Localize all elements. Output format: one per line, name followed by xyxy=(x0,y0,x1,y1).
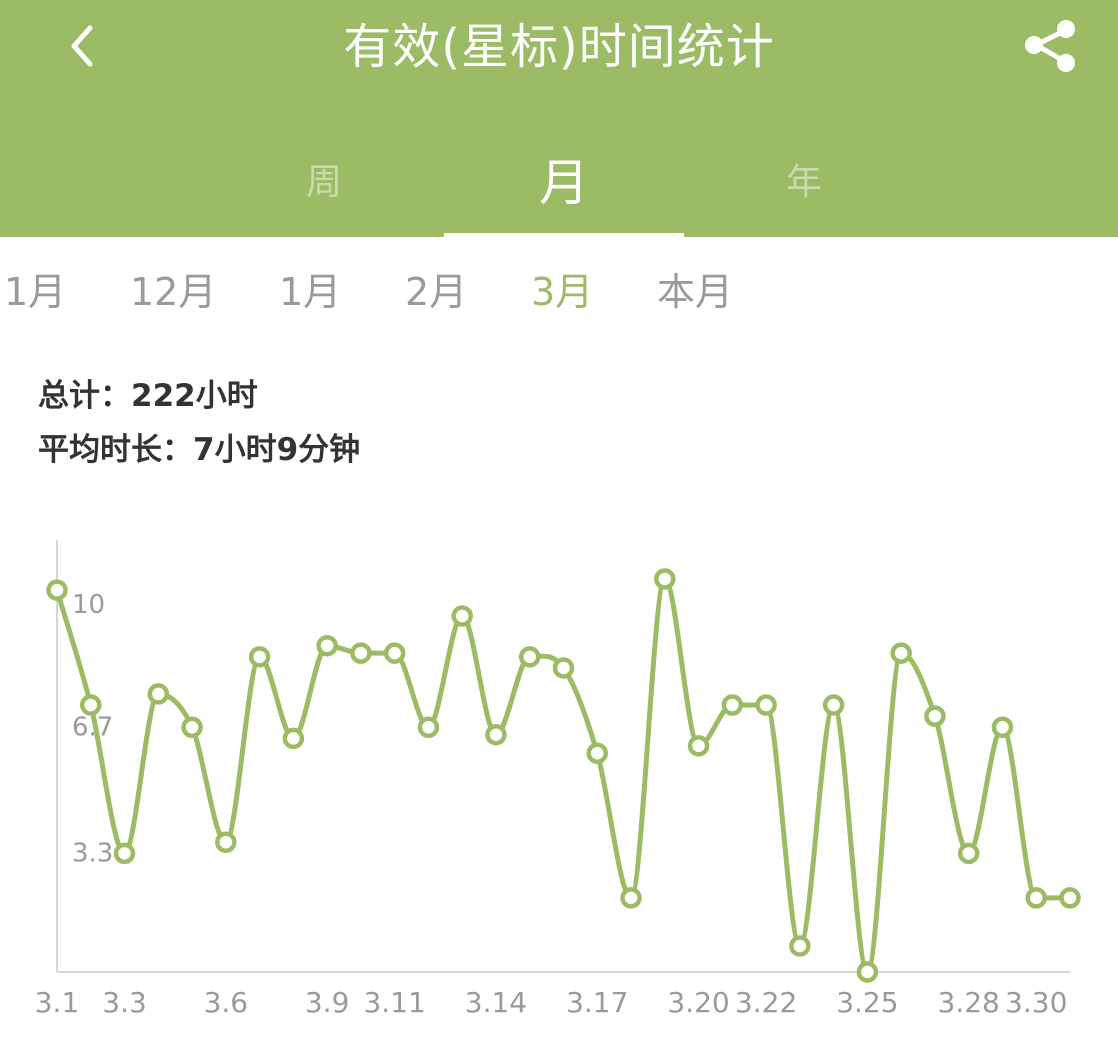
x-tick-label: 3.20 xyxy=(667,986,729,1019)
data-point xyxy=(924,705,946,727)
x-tick-label: 3.28 xyxy=(938,986,1000,1019)
data-point xyxy=(552,657,575,679)
month-item-selected[interactable]: 3月 xyxy=(531,262,593,322)
data-point xyxy=(518,646,541,668)
period-tabs: 周 月 年 xyxy=(0,140,1118,237)
data-point xyxy=(620,887,642,909)
data-point xyxy=(586,742,609,764)
x-tick-label: 3.22 xyxy=(735,986,797,1019)
y-tick-label: 10 xyxy=(72,590,105,620)
data-point xyxy=(316,634,338,657)
app-header: 有效(星标)时间统计 周 月 年 xyxy=(0,0,1118,237)
daily-hours-line-chart: 3.36.7103.1 3.3 3.6 3.9 3.11 3.14 3.17 3.20 3.22… xyxy=(35,540,1081,1019)
data-point xyxy=(248,646,271,668)
total-hours-label: 总计：222小时 xyxy=(38,378,258,414)
tab-month[interactable]: 月 xyxy=(444,140,684,237)
month-selector: 1月 12月 1月 2月 3月 本月 xyxy=(0,262,1118,322)
month-item[interactable]: 2月 xyxy=(405,262,467,322)
data-point xyxy=(856,961,879,983)
series-line xyxy=(54,576,1070,975)
data-point xyxy=(113,842,136,865)
data-point xyxy=(687,735,710,757)
data-point xyxy=(755,694,777,716)
x-tick-label: 3.17 xyxy=(566,986,628,1019)
x-tick-label: 3.11 xyxy=(363,986,425,1019)
data-point xyxy=(1025,887,1047,909)
x-tick-label: 3.6 xyxy=(204,986,249,1019)
data-point xyxy=(350,642,372,664)
data-point xyxy=(147,683,170,705)
x-tick-label: 3.25 xyxy=(836,986,898,1019)
data-point xyxy=(215,831,237,853)
x-tick-label: 3.9 xyxy=(305,986,350,1019)
data-point xyxy=(80,694,102,716)
data-point xyxy=(181,716,203,739)
x-tick-label: 3.1 xyxy=(35,986,80,1019)
data-point xyxy=(417,716,440,739)
data-point xyxy=(957,842,980,865)
data-point xyxy=(1059,887,1081,909)
y-tick-label: 3.3 xyxy=(72,839,113,869)
data-point xyxy=(282,727,305,750)
x-tick-label: 3.3 xyxy=(102,986,147,1019)
month-item[interactable]: 12月 xyxy=(130,262,216,322)
page-title: 有效(星标)时间统计 xyxy=(343,19,775,75)
month-item[interactable]: 本月 xyxy=(657,262,733,322)
x-tick-label: 3.14 xyxy=(465,986,527,1019)
month-item[interactable]: 1月 xyxy=(279,262,341,322)
data-point xyxy=(721,694,744,716)
average-duration-label: 平均时长：7小时9分钟 xyxy=(38,432,361,468)
share-button[interactable] xyxy=(1014,10,1082,80)
data-point xyxy=(789,935,811,957)
data-point xyxy=(451,605,473,627)
data-point xyxy=(383,642,406,664)
x-tick-label: 3.30 xyxy=(1005,986,1067,1019)
tab-year[interactable]: 年 xyxy=(684,140,924,237)
data-point xyxy=(991,716,1014,739)
active-tab-indicator xyxy=(444,233,684,237)
month-item[interactable]: 1月 xyxy=(4,262,66,322)
data-point xyxy=(654,568,676,590)
share-icon xyxy=(1025,20,1075,72)
tab-week[interactable]: 周 xyxy=(204,140,444,237)
data-point xyxy=(46,579,68,601)
data-point xyxy=(485,723,507,746)
data-point xyxy=(890,642,912,664)
data-point xyxy=(822,694,845,716)
